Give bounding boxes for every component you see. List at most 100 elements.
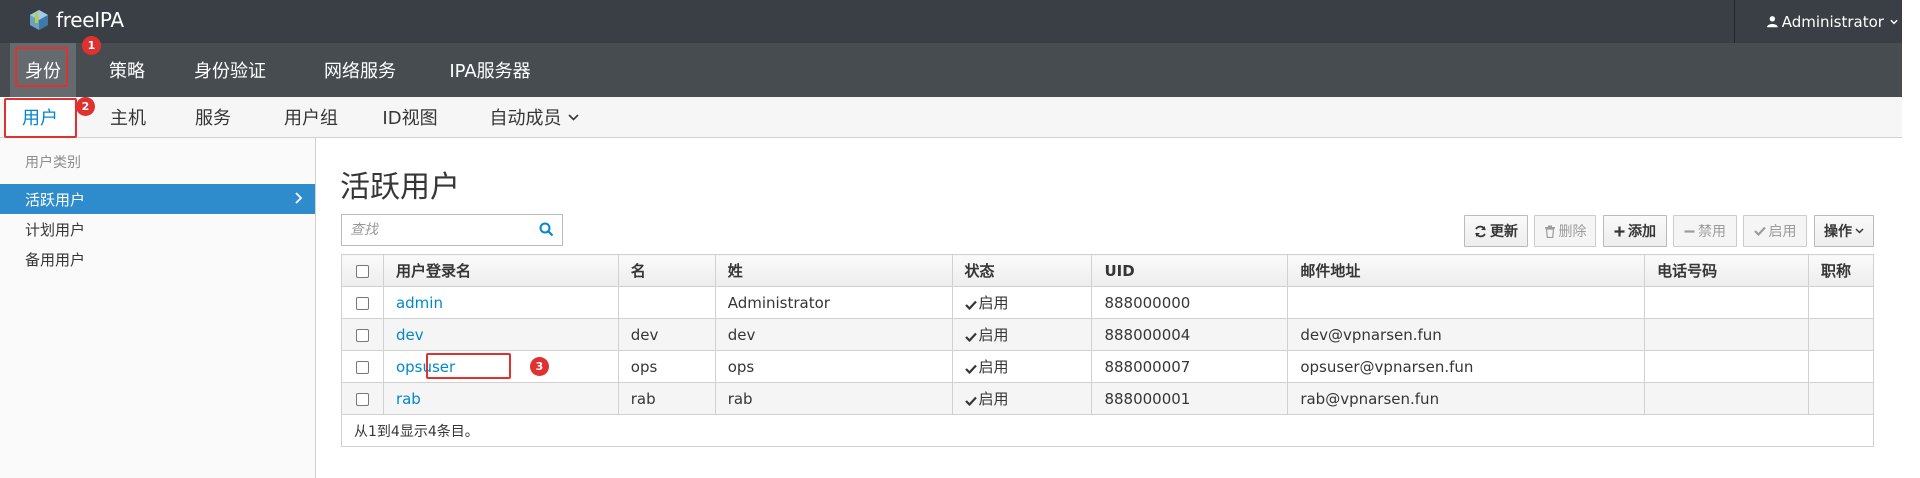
sidebar-item-label: 活跃用户: [25, 190, 86, 209]
actions-dropdown-button[interactable]: 操作: [1814, 215, 1874, 247]
login-cell: rab: [382, 382, 619, 415]
refresh-icon: [1475, 225, 1486, 237]
checkmark-icon: [964, 300, 977, 311]
user-link-rab[interactable]: rab: [396, 390, 421, 408]
uid-cell: 888000001: [1091, 382, 1289, 415]
add-button[interactable]: 添加: [1603, 215, 1667, 247]
chevron-down-icon: [1890, 19, 1898, 24]
sidebar-item-label: 备用用户: [25, 250, 86, 269]
sidebar-item-stage-users[interactable]: 计划用户: [0, 214, 315, 244]
checkmark-icon: [964, 396, 977, 407]
refresh-label: 更新: [1490, 224, 1518, 240]
status-text: 启用: [978, 326, 1009, 344]
primary-nav: 身份 策略 身份验证 网络服务 IPA服务器: [0, 43, 1902, 97]
row-checkbox[interactable]: [355, 328, 369, 342]
nav-authentication[interactable]: 身份验证: [182, 43, 278, 97]
chevron-down-icon: [567, 113, 579, 121]
delete-label: 删除: [1558, 224, 1587, 240]
status-cell: 启用: [951, 350, 1093, 383]
login-cell: opsuser 3: [382, 350, 619, 383]
nav-network-services[interactable]: 网络服务: [300, 43, 420, 97]
phone-cell: [1644, 286, 1809, 319]
nav-ipa-server[interactable]: IPA服务器: [425, 43, 555, 97]
email-cell: opsuser@vpnarsen.fun: [1287, 350, 1646, 383]
uid-cell: 888000004: [1091, 318, 1289, 351]
phone-cell: [1644, 318, 1809, 351]
row-checkbox[interactable]: [355, 392, 369, 406]
user-icon: [1767, 16, 1778, 28]
table-row: rab rab rab 启用 888000001 rab@vpnarsen.fu…: [341, 382, 1875, 415]
login-cell: admin: [382, 286, 619, 319]
user-name: Administrator: [1781, 12, 1884, 31]
subnav-services[interactable]: 服务: [180, 97, 246, 137]
select-all-cell: [341, 254, 384, 287]
sidebar-category-label: 用户类别: [25, 155, 81, 171]
row-checkbox[interactable]: [355, 360, 369, 374]
job-title-cell: [1807, 318, 1875, 351]
column-header-last-name[interactable]: 姓: [714, 254, 953, 287]
job-title-cell: [1807, 350, 1875, 383]
subnav-hosts[interactable]: 主机: [95, 97, 161, 137]
refresh-button[interactable]: 更新: [1464, 215, 1528, 247]
phone-cell: [1644, 350, 1809, 383]
search-input[interactable]: [350, 216, 530, 244]
user-menu[interactable]: Administrator: [1734, 0, 1902, 43]
subnav-automember-label: 自动成员: [489, 108, 562, 129]
delete-button[interactable]: 删除: [1534, 215, 1596, 247]
column-header-status[interactable]: 状态: [951, 254, 1093, 287]
annotation-box-3: [425, 353, 511, 379]
annotation-badge-2: 2: [76, 97, 95, 116]
column-header-job-title[interactable]: 职称: [1807, 254, 1875, 287]
user-link-dev[interactable]: dev: [396, 326, 424, 344]
sidebar-item-preserved-users[interactable]: 备用用户: [0, 244, 315, 274]
row-checkbox[interactable]: [355, 296, 369, 310]
row-select-cell: [341, 350, 384, 383]
first-name-cell: dev: [617, 318, 716, 351]
phone-cell: [1644, 382, 1809, 415]
table-row: dev dev dev 启用 888000004 dev@vpnarsen.fu…: [341, 318, 1875, 351]
column-header-email[interactable]: 邮件地址: [1287, 254, 1646, 287]
last-name-cell: ops: [714, 350, 953, 383]
annotation-badge-1: 1: [82, 36, 101, 55]
brand-name: freeIPA: [56, 8, 124, 32]
plus-icon: [1614, 226, 1625, 236]
column-header-first-name[interactable]: 名: [617, 254, 716, 287]
job-title-cell: [1807, 382, 1875, 415]
last-name-cell: Administrator: [714, 286, 953, 319]
subnav-user-groups[interactable]: 用户组: [268, 97, 354, 137]
subnav-automember[interactable]: 自动成员: [474, 97, 594, 137]
column-header-uid[interactable]: UID: [1091, 254, 1289, 287]
table-header-row: 用户登录名 名 姓 状态 UID 邮件地址 电话号码 职称: [341, 254, 1875, 287]
sidebar-item-active-users[interactable]: 活跃用户: [0, 184, 315, 214]
user-link-admin[interactable]: admin: [396, 294, 443, 312]
sidebar-item-label: 计划用户: [25, 220, 86, 239]
minus-icon: [1684, 229, 1695, 233]
email-cell: dev@vpnarsen.fun: [1287, 318, 1646, 351]
status-text: 启用: [978, 390, 1009, 408]
status-cell: 启用: [951, 318, 1093, 351]
enable-button[interactable]: 启用: [1743, 215, 1807, 247]
disable-button[interactable]: 禁用: [1673, 215, 1737, 247]
chevron-down-icon: [1855, 228, 1864, 234]
annotation-box-2: [4, 98, 77, 138]
status-cell: 启用: [951, 286, 1093, 319]
subnav-id-views[interactable]: ID视图: [370, 97, 450, 137]
search-icon[interactable]: [539, 222, 554, 237]
secondary-nav: 用户 主机 服务 用户组 ID视图 自动成员: [0, 97, 1902, 138]
column-header-login[interactable]: 用户登录名: [382, 254, 619, 287]
table-footer-row: 从1到4显示4条目。: [341, 414, 1874, 447]
add-label: 添加: [1628, 224, 1656, 240]
status-text: 启用: [978, 294, 1009, 312]
annotation-badge-3: 3: [529, 357, 549, 376]
column-header-phone[interactable]: 电话号码: [1644, 254, 1809, 287]
nav-policy[interactable]: 策略: [92, 43, 162, 97]
row-select-cell: [341, 318, 384, 351]
trash-icon: [1544, 225, 1555, 238]
disable-label: 禁用: [1698, 224, 1726, 240]
select-all-checkbox[interactable]: [355, 264, 369, 278]
search-box: [341, 214, 563, 246]
login-cell: dev: [382, 318, 619, 351]
first-name-cell: rab: [617, 382, 716, 415]
status-cell: 启用: [951, 382, 1093, 415]
enable-label: 启用: [1768, 224, 1797, 240]
